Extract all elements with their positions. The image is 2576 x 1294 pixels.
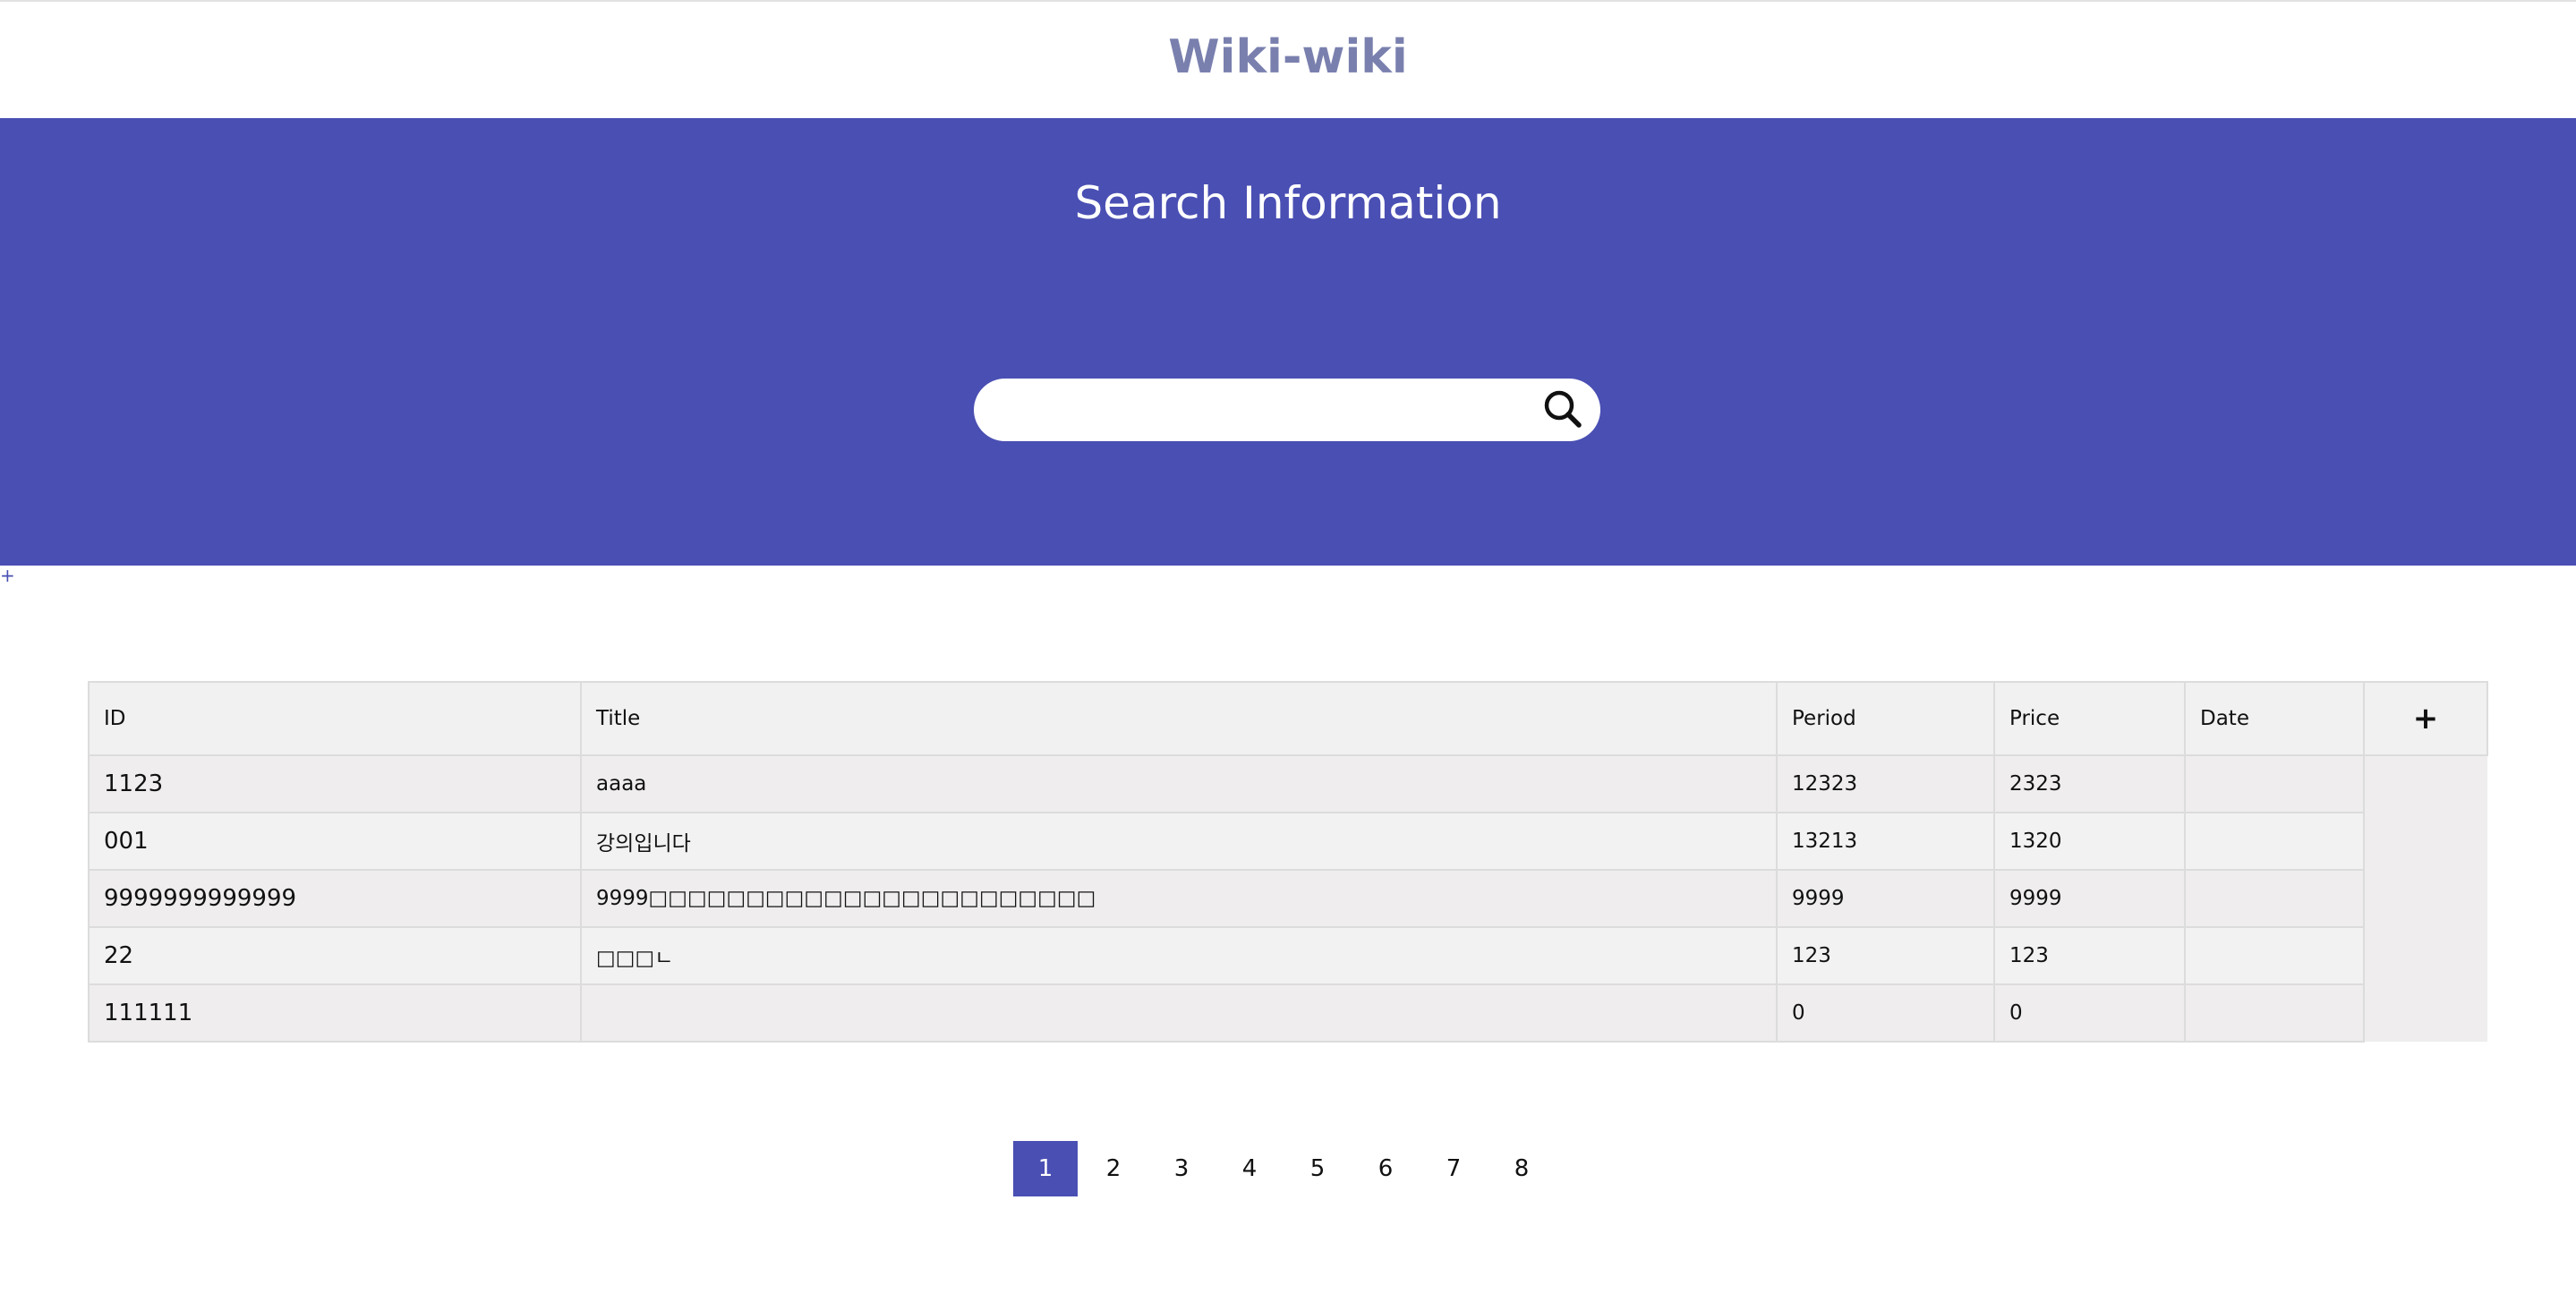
page-button-7[interactable]: 7 bbox=[1421, 1141, 1486, 1196]
site-title: Wiki-wiki bbox=[1168, 30, 1408, 84]
add-row-button[interactable]: + bbox=[2363, 681, 2488, 756]
cell-id: 001 bbox=[88, 812, 582, 871]
cell-title: 9999□□□□□□□□□□□□□□□□□□□□□□□ bbox=[580, 869, 1778, 928]
page-button-8[interactable]: 8 bbox=[1489, 1141, 1554, 1196]
top-divider bbox=[0, 0, 2576, 2]
pagination: 1 2 3 4 5 6 7 8 bbox=[1013, 1141, 1554, 1196]
search-icon[interactable] bbox=[1538, 384, 1590, 436]
cell-id: 9999999999999 bbox=[88, 869, 582, 928]
cell-id: 111111 bbox=[88, 983, 582, 1043]
cell-period: 12323 bbox=[1776, 754, 1995, 813]
cell-price: 2323 bbox=[1993, 754, 2186, 813]
page-button-2[interactable]: 2 bbox=[1081, 1141, 1146, 1196]
column-header-price: Price bbox=[1993, 681, 2186, 756]
cell-price: 1320 bbox=[1993, 812, 2186, 871]
table-row[interactable]: 9999999999999 9999□□□□□□□□□□□□□□□□□□□□□□… bbox=[88, 869, 2487, 928]
cell-date bbox=[2184, 812, 2365, 871]
column-header-period: Period bbox=[1776, 681, 1995, 756]
cell-period: 123 bbox=[1776, 926, 1995, 985]
cell-title bbox=[580, 983, 1778, 1043]
page-button-3[interactable]: 3 bbox=[1149, 1141, 1214, 1196]
page-button-1[interactable]: 1 bbox=[1013, 1141, 1078, 1196]
cell-date bbox=[2184, 926, 2365, 985]
cell-title: 강의입니다 bbox=[580, 812, 1778, 871]
column-header-date: Date bbox=[2184, 681, 2365, 756]
cell-price: 123 bbox=[1993, 926, 2186, 985]
cell-id: 22 bbox=[88, 926, 582, 985]
cell-title: □□□ㄴ bbox=[580, 926, 1778, 985]
column-header-id: ID bbox=[88, 681, 582, 756]
table-row[interactable]: 001 강의입니다 13213 1320 bbox=[88, 812, 2487, 871]
table-row[interactable]: 1123 aaaa 12323 2323 bbox=[88, 754, 2487, 1042]
cell-date bbox=[2184, 754, 2365, 813]
page-button-4[interactable]: 4 bbox=[1217, 1141, 1282, 1196]
add-column-filler bbox=[2363, 755, 2487, 1042]
table-header-row: ID Title Period Price Date + bbox=[88, 681, 2488, 756]
cell-date bbox=[2184, 983, 2365, 1043]
cell-title: aaaa bbox=[580, 754, 1778, 813]
cell-period: 0 bbox=[1776, 983, 1995, 1043]
hero-title: Search Information bbox=[1074, 177, 1502, 229]
cell-date bbox=[2184, 869, 2365, 928]
cell-price: 0 bbox=[1993, 983, 2186, 1043]
page-button-5[interactable]: 5 bbox=[1285, 1141, 1350, 1196]
data-table: ID Title Period Price Date + 1123 aaaa 1… bbox=[88, 681, 2488, 1043]
cell-period: 13213 bbox=[1776, 812, 1995, 871]
cell-id: 1123 bbox=[88, 754, 582, 813]
add-link[interactable]: + bbox=[0, 566, 15, 585]
table-row[interactable]: 22 □□□ㄴ 123 123 bbox=[88, 926, 2487, 985]
page-button-6[interactable]: 6 bbox=[1353, 1141, 1418, 1196]
table-row[interactable]: 111111 0 0 bbox=[88, 983, 2487, 1043]
cell-price: 9999 bbox=[1993, 869, 2186, 928]
cell-period: 9999 bbox=[1776, 869, 1995, 928]
column-header-title: Title bbox=[580, 681, 1778, 756]
search-input[interactable] bbox=[1001, 379, 1514, 443]
search-bar bbox=[974, 379, 1600, 443]
